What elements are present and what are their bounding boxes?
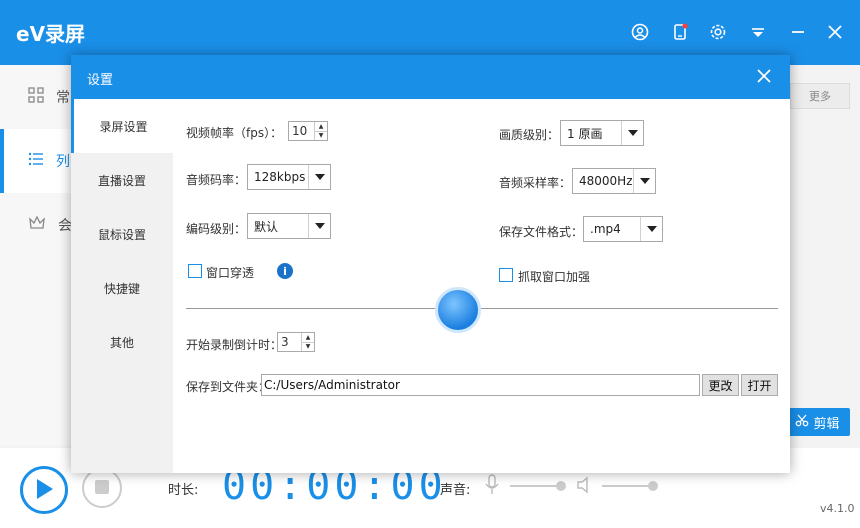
file-format-select[interactable]: .mp4 <box>583 216 663 242</box>
scissors-icon <box>795 413 809 431</box>
spin-up-icon[interactable]: ▲ <box>302 333 314 343</box>
play-icon <box>34 478 54 503</box>
chevron-down-icon <box>308 165 330 189</box>
tab-hotkeys[interactable]: 快捷键 <box>71 261 173 315</box>
dialog-close-icon[interactable] <box>755 67 775 87</box>
dialog-sidebar: 录屏设置 直播设置 鼠标设置 快捷键 其他 <box>71 99 173 473</box>
quality-value: 1 原画 <box>567 126 603 141</box>
crown-icon <box>28 215 46 235</box>
sample-rate-select[interactable]: 48000Hz <box>572 168 656 194</box>
nav-item-label: 会 <box>58 218 72 234</box>
window-through-label: 窗口穿透 <box>206 266 255 280</box>
grid-icon <box>28 87 44 107</box>
spin-up-icon[interactable]: ▲ <box>315 122 327 132</box>
tab-other[interactable]: 其他 <box>71 315 173 369</box>
dialog-title: 设置 <box>87 73 114 88</box>
gear-icon[interactable] <box>708 22 728 42</box>
fps-label: 视频帧率（fps）： <box>186 126 283 140</box>
edit-button-label: 剪辑 <box>813 416 840 432</box>
stop-icon <box>95 479 109 497</box>
edit-button[interactable]: 剪辑 <box>785 408 850 436</box>
microphone-volume-slider[interactable] <box>510 485 562 487</box>
chevron-down-icon <box>640 217 662 241</box>
phone-icon[interactable] <box>670 22 690 42</box>
tab-mouse-settings[interactable]: 鼠标设置 <box>71 207 173 261</box>
audio-bitrate-select[interactable]: 128kbps <box>247 164 331 190</box>
settings-dialog: 设置 录屏设置 直播设置 鼠标设置 快捷键 其他 视频帧率（fps）： 10 ▲… <box>71 55 790 473</box>
speaker-icon[interactable] <box>576 476 594 497</box>
chevron-down-icon <box>308 214 330 238</box>
sample-rate-value: 48000Hz <box>579 174 633 188</box>
nav-item-label: 常 <box>56 90 70 106</box>
open-folder-button[interactable]: 打开 <box>741 374 778 396</box>
window-through-checkbox[interactable] <box>188 264 202 278</box>
audio-bitrate-value: 128kbps <box>254 170 306 184</box>
audio-bitrate-label: 音频码率： <box>186 173 247 187</box>
countdown-value: 3 <box>281 335 289 349</box>
sound-label: 声音: <box>440 483 471 498</box>
fps-stepper[interactable]: 10 ▲ ▼ <box>288 121 328 141</box>
encode-level-select[interactable]: 默认 <box>247 213 331 239</box>
nav-item-common[interactable]: 常 <box>0 65 72 129</box>
version-label: v4.1.0 <box>820 502 855 515</box>
close-icon[interactable] <box>825 22 845 42</box>
dialog-title-bar: 设置 <box>71 55 790 99</box>
save-folder-input[interactable]: C:/Users/Administrator <box>261 374 700 396</box>
nav-item-member[interactable]: 会 <box>0 193 72 257</box>
quality-select[interactable]: 1 原画 <box>560 120 644 146</box>
capture-enhance-checkbox[interactable] <box>499 268 513 282</box>
logo-orb-icon <box>435 287 481 333</box>
encode-level-label: 编码级别： <box>186 222 247 236</box>
microphone-volume-knob[interactable] <box>556 481 566 491</box>
more-button[interactable]: 更多 <box>790 83 850 109</box>
info-icon[interactable]: i <box>277 263 293 279</box>
file-format-value: .mp4 <box>590 222 621 236</box>
microphone-icon[interactable] <box>484 474 500 499</box>
left-nav: 常 列 会 <box>0 65 72 445</box>
nav-item-label: 列 <box>56 154 70 170</box>
fps-value: 10 <box>292 124 308 138</box>
speaker-volume-knob[interactable] <box>648 481 658 491</box>
dropdown-menu-icon[interactable] <box>748 22 768 42</box>
encode-level-value: 默认 <box>254 219 279 234</box>
quality-label: 画质级别： <box>499 128 560 142</box>
record-stop-button[interactable] <box>82 468 122 508</box>
nav-item-list[interactable]: 列 <box>0 129 72 193</box>
user-icon[interactable] <box>630 22 650 42</box>
countdown-stepper[interactable]: 3 ▲ ▼ <box>277 332 315 352</box>
change-folder-button[interactable]: 更改 <box>702 374 739 396</box>
chevron-down-icon <box>621 121 643 145</box>
list-icon <box>28 151 44 171</box>
minimize-icon[interactable] <box>788 22 808 42</box>
section-divider <box>186 308 778 309</box>
save-folder-label: 保存到文件夹： <box>186 380 271 394</box>
file-format-label: 保存文件格式： <box>499 225 584 239</box>
tab-live-settings[interactable]: 直播设置 <box>71 153 173 207</box>
countdown-label: 开始录制倒计时： <box>186 338 283 352</box>
chevron-down-icon <box>633 169 655 193</box>
spin-down-icon[interactable]: ▼ <box>315 132 327 141</box>
spin-down-icon[interactable]: ▼ <box>302 343 314 352</box>
record-start-button[interactable] <box>20 466 68 514</box>
capture-enhance-label: 抓取窗口加强 <box>518 270 591 284</box>
tab-record-settings[interactable]: 录屏设置 <box>71 99 173 153</box>
sample-rate-label: 音频采样率： <box>499 176 572 190</box>
app-logo: eV录屏 <box>16 22 86 46</box>
duration-label: 时长: <box>168 483 199 498</box>
